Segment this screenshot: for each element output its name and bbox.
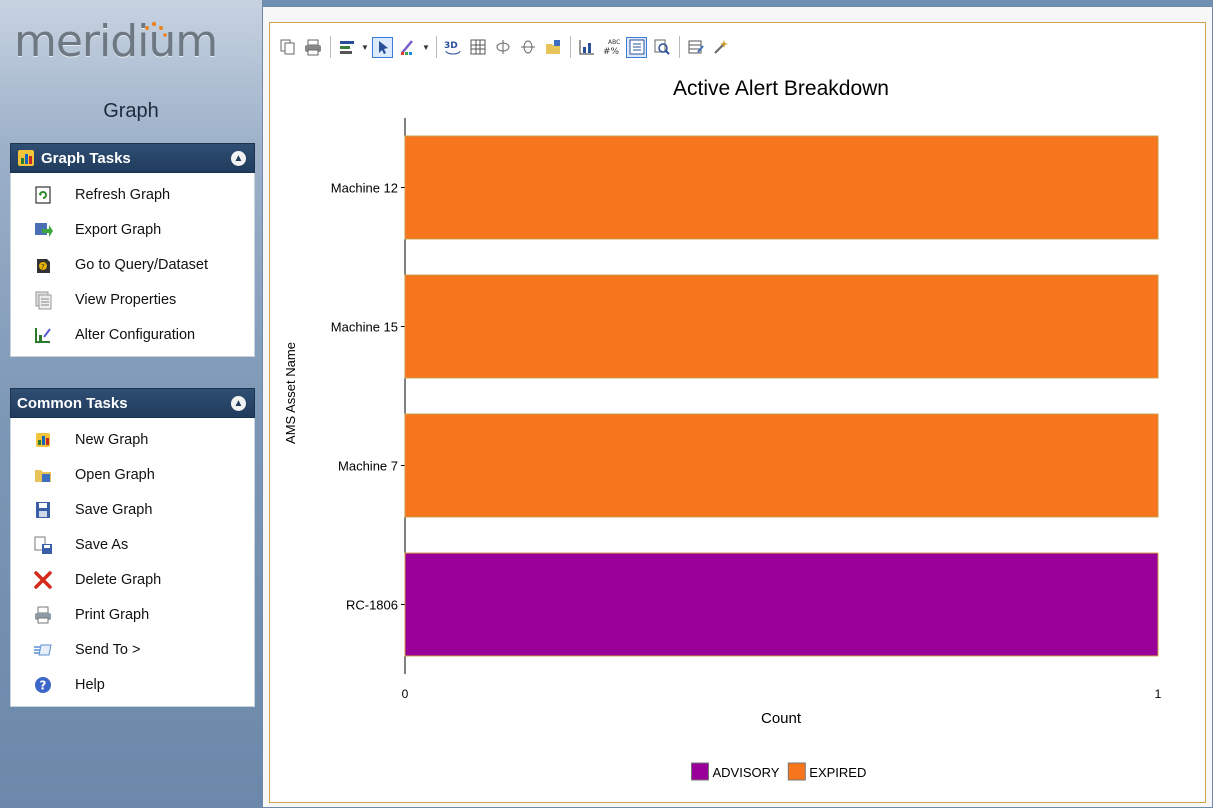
alter-configuration-link[interactable]: Alter Configuration — [11, 317, 254, 352]
graph-tasks-header[interactable]: Graph Tasks ▲ — [10, 143, 255, 173]
common-tasks-list: New Graph Open Graph Save Graph Save As … — [10, 418, 255, 707]
task-label: Save Graph — [75, 501, 153, 518]
legend-label: EXPIRED — [809, 765, 866, 780]
common-tasks-header[interactable]: Common Tasks ▲ — [10, 388, 255, 418]
export-icon — [35, 222, 53, 237]
task-label: Go to Query/Dataset — [75, 256, 208, 273]
task-label: Alter Configuration — [75, 326, 196, 343]
task-label: New Graph — [75, 431, 149, 448]
query-icon: ? — [37, 258, 50, 273]
x-axis-label: Count — [761, 710, 802, 727]
graph-tasks-icon — [18, 150, 34, 166]
y-tick-label: Machine 15 — [331, 320, 398, 335]
svg-text:?: ? — [40, 678, 47, 692]
plot-area: Machine 12 Machine 15 Machine 7 RC-1806 0 1 — [331, 118, 1162, 701]
bar-expired — [404, 135, 1159, 240]
send-to-link[interactable]: Send To > — [11, 632, 254, 667]
bar-advisory — [404, 552, 1159, 657]
task-label: Help — [75, 676, 105, 693]
graph-tasks-panel: Graph Tasks ▲ Refresh Graph Export Graph — [10, 143, 255, 357]
print-icon — [35, 606, 51, 623]
print-graph-link[interactable]: Print Graph — [11, 597, 254, 632]
chart-title: Active Alert Breakdown — [673, 77, 889, 100]
x-tick-label: 0 — [402, 687, 409, 701]
y-tick-label: RC-1806 — [346, 598, 398, 613]
logo-text: meridium — [14, 16, 218, 67]
save-graph-link[interactable]: Save Graph — [11, 492, 254, 527]
save-as-icon — [34, 536, 52, 554]
graph-tasks-title: Graph Tasks — [41, 149, 131, 167]
refresh-graph-link[interactable]: Refresh Graph — [11, 177, 254, 212]
new-graph-icon — [36, 432, 50, 447]
legend-swatch — [787, 762, 806, 781]
common-tasks-title: Common Tasks — [17, 394, 128, 412]
refresh-icon — [35, 185, 51, 204]
task-label: Delete Graph — [75, 571, 162, 588]
legend-swatch — [691, 762, 709, 781]
go-to-query-link[interactable]: ? Go to Query/Dataset — [11, 247, 254, 282]
open-graph-link[interactable]: Open Graph — [11, 457, 254, 492]
collapse-chevron-icon[interactable]: ▲ — [231, 150, 246, 166]
chart-legend: ADVISORY EXPIRED — [691, 762, 866, 781]
delete-graph-link[interactable]: Delete Graph — [11, 562, 254, 597]
legend-label: ADVISORY — [713, 765, 780, 780]
help-icon: ? — [35, 676, 51, 693]
task-label: Refresh Graph — [75, 186, 171, 203]
x-tick-label: 1 — [1155, 687, 1162, 701]
page-title: Graph — [103, 100, 159, 122]
bar-expired — [404, 274, 1159, 379]
meridium-logo: meridium — [14, 14, 250, 67]
send-to-icon — [34, 644, 52, 655]
task-label: View Properties — [75, 291, 177, 308]
delete-icon — [34, 570, 52, 589]
sidebar: meridium Graph Graph Tasks ▲ Refresh Gra… — [0, 0, 262, 808]
task-label: Open Graph — [75, 466, 155, 483]
collapse-chevron-icon[interactable]: ▲ — [231, 395, 246, 411]
task-label: Export Graph — [75, 221, 162, 238]
bar-chart: Active Alert Breakdown Machine 12Machine… — [283, 77, 1162, 781]
task-label: Send To > — [75, 641, 141, 658]
y-tick-label: Machine 12 — [331, 181, 398, 196]
save-as-link[interactable]: Save As — [11, 527, 254, 562]
new-graph-link[interactable]: New Graph — [11, 422, 254, 457]
bar-expired — [404, 413, 1159, 518]
task-label: Print Graph — [75, 606, 150, 623]
common-tasks-panel: Common Tasks ▲ New Graph Open Graph Save… — [10, 388, 255, 707]
svg-text:?: ? — [41, 263, 45, 271]
open-folder-icon — [35, 469, 51, 482]
y-axis-label: AMS Asset Name — [283, 342, 298, 444]
graph-tasks-list: Refresh Graph Export Graph ? Go to Query… — [10, 173, 255, 357]
task-label: Save As — [75, 536, 129, 553]
save-icon — [36, 501, 50, 518]
configuration-icon — [35, 327, 51, 343]
help-link[interactable]: ? Help — [11, 667, 254, 702]
properties-icon — [35, 291, 52, 309]
y-tick-label: Machine 7 — [338, 459, 398, 474]
export-graph-link[interactable]: Export Graph — [11, 212, 254, 247]
view-properties-link[interactable]: View Properties — [11, 282, 254, 317]
